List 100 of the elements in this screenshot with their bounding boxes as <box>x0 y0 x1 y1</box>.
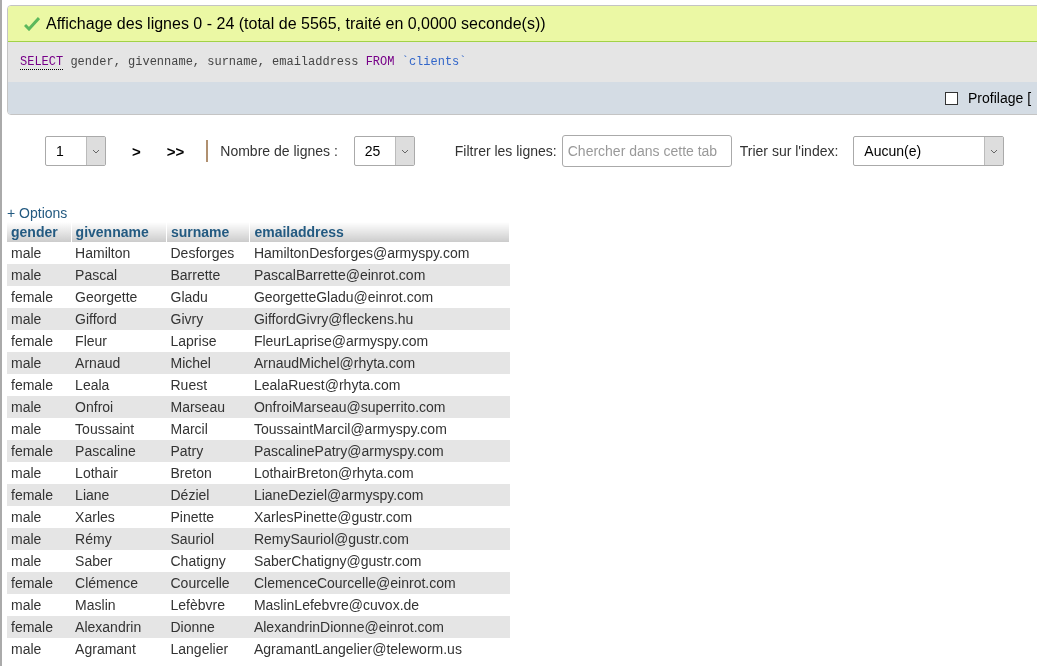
table-cell: Pascaline <box>71 440 167 462</box>
table-cell: male <box>7 462 72 484</box>
column-header[interactable]: emailaddress <box>249 222 510 242</box>
sql-table-name: `clients` <box>401 55 467 69</box>
table-cell: male <box>7 242 72 264</box>
caret-icon <box>990 148 999 154</box>
message-text: Affichage des lignes 0 - 24 (total de 5565, traité en 0,0000 seconde(s)) <box>46 14 546 33</box>
table-cell: ToussaintMarcil@armyspy.com <box>249 418 510 440</box>
table-cell: PascalBarrette@einrot.com <box>249 264 510 286</box>
table-cell: Gladu <box>166 286 250 308</box>
filter-label: Filtrer les lignes: <box>454 143 557 159</box>
table-cell: XarlesPinette@gustr.com <box>249 506 510 528</box>
table-cell: Déziel <box>166 484 250 506</box>
table-cell: female <box>7 330 72 352</box>
table-cell: Gifford <box>71 308 167 330</box>
filter-input[interactable]: Chercher dans cette tab <box>561 135 732 167</box>
sort-index-select[interactable]: Aucun(e) <box>853 136 1005 166</box>
table-cell: MaslinLefebvre@cuvox.de <box>249 594 510 616</box>
page-select[interactable]: 1 <box>45 136 106 166</box>
table-cell: male <box>7 506 72 528</box>
table-cell: Georgette <box>71 286 167 308</box>
table-cell: male <box>7 528 72 550</box>
rows-count-label: Nombre de lignes : <box>220 143 338 159</box>
table-cell: Ruest <box>166 374 250 396</box>
table-cell: female <box>7 484 72 506</box>
caret-icon <box>400 148 409 154</box>
table-cell: Arnaud <box>71 352 167 374</box>
table-cell: male <box>7 308 72 330</box>
table-cell: Pascal <box>71 264 167 286</box>
table-cell: Hamilton <box>71 242 167 264</box>
table-cell: ClemenceCourcelle@einrot.com <box>249 572 510 594</box>
table-cell: male <box>7 396 72 418</box>
table-cell: AlexandrinDionne@einrot.com <box>249 616 510 638</box>
column-header[interactable]: surname <box>166 222 250 242</box>
table-cell: male <box>7 352 72 374</box>
table-cell: male <box>7 638 72 660</box>
table-cell: male <box>7 264 72 286</box>
table-cell: male <box>7 550 72 572</box>
table-cell: Laprise <box>166 330 250 352</box>
table-cell: Langelier <box>166 638 250 660</box>
table-cell: Clémence <box>71 572 167 594</box>
table-cell: SaberChatigny@gustr.com <box>249 550 510 572</box>
table-cell: Chatigny <box>166 550 250 572</box>
table-cell: male <box>7 594 72 616</box>
table-cell: Pinette <box>166 506 250 528</box>
table-cell: LianeDeziel@armyspy.com <box>249 484 510 506</box>
table-cell: female <box>7 572 72 594</box>
table-cell: Alexandrin <box>71 616 167 638</box>
table-cell: Onfroi <box>71 396 167 418</box>
table-cell: Patry <box>166 440 250 462</box>
table-cell: Fleur <box>71 330 167 352</box>
sql-columns: gender, givenname, surname, emailaddress <box>63 55 366 69</box>
table-cell: Marcil <box>166 418 250 440</box>
table-cell: female <box>7 374 72 396</box>
table-cell: Rémy <box>71 528 167 550</box>
table-cell: female <box>7 440 72 462</box>
table-cell: Marseau <box>166 396 250 418</box>
table-cell: male <box>7 418 72 440</box>
table-cell: Sauriol <box>166 528 250 550</box>
table-cell: LothairBreton@rhyta.com <box>249 462 510 484</box>
table-cell: Lothair <box>71 462 167 484</box>
next-page-link[interactable]: > <box>132 142 141 160</box>
table-cell: female <box>7 286 72 308</box>
table-cell: AgramantLangelier@teleworm.us <box>249 638 510 660</box>
table-cell: female <box>7 616 72 638</box>
table-cell: Desforges <box>166 242 250 264</box>
table-cell: Lefèbvre <box>166 594 250 616</box>
table-cell: Courcelle <box>166 572 250 594</box>
table-cell: Xarles <box>71 506 167 528</box>
profiling-label: Profilage [ <box>968 90 1032 106</box>
table-cell: RemySauriol@gustr.com <box>249 528 510 550</box>
profiling-checkbox[interactable] <box>945 91 958 105</box>
table-cell: GiffordGivry@fleckens.hu <box>249 308 510 330</box>
caret-icon <box>92 148 100 154</box>
table-cell: Saber <box>71 550 167 572</box>
table-cell: OnfroiMarseau@superrito.com <box>249 396 510 418</box>
table-cell: HamiltonDesforges@armyspy.com <box>249 242 510 264</box>
table-cell: FleurLaprise@armyspy.com <box>249 330 510 352</box>
table-cell: Liane <box>71 484 167 506</box>
rows-count-select[interactable]: 25 <box>353 136 415 166</box>
sort-label: Trier sur l'index: <box>739 143 839 159</box>
table-cell: Breton <box>166 462 250 484</box>
options-link[interactable]: + Options <box>7 205 68 221</box>
table-cell: LealaRuest@rhyta.com <box>249 374 510 396</box>
sql-keyword[interactable]: SELECT <box>20 54 64 70</box>
column-header[interactable]: gender <box>7 222 72 242</box>
table-cell: Givry <box>166 308 250 330</box>
table-cell: GeorgetteGladu@einrot.com <box>249 286 510 308</box>
table-cell: Dionne <box>166 616 250 638</box>
checkmark-icon <box>24 16 40 31</box>
table-cell: Toussaint <box>71 418 167 440</box>
last-page-link[interactable]: >> <box>166 142 185 160</box>
table-cell: Leala <box>71 374 167 396</box>
table-cell: Agramant <box>71 638 167 660</box>
table-cell: Maslin <box>71 594 167 616</box>
table-cell: PascalinePatry@armyspy.com <box>249 440 510 462</box>
table-cell: Michel <box>166 352 250 374</box>
table-cell: ArnaudMichel@rhyta.com <box>249 352 510 374</box>
table-cell: Barrette <box>166 264 250 286</box>
column-header[interactable]: givenname <box>71 222 167 242</box>
